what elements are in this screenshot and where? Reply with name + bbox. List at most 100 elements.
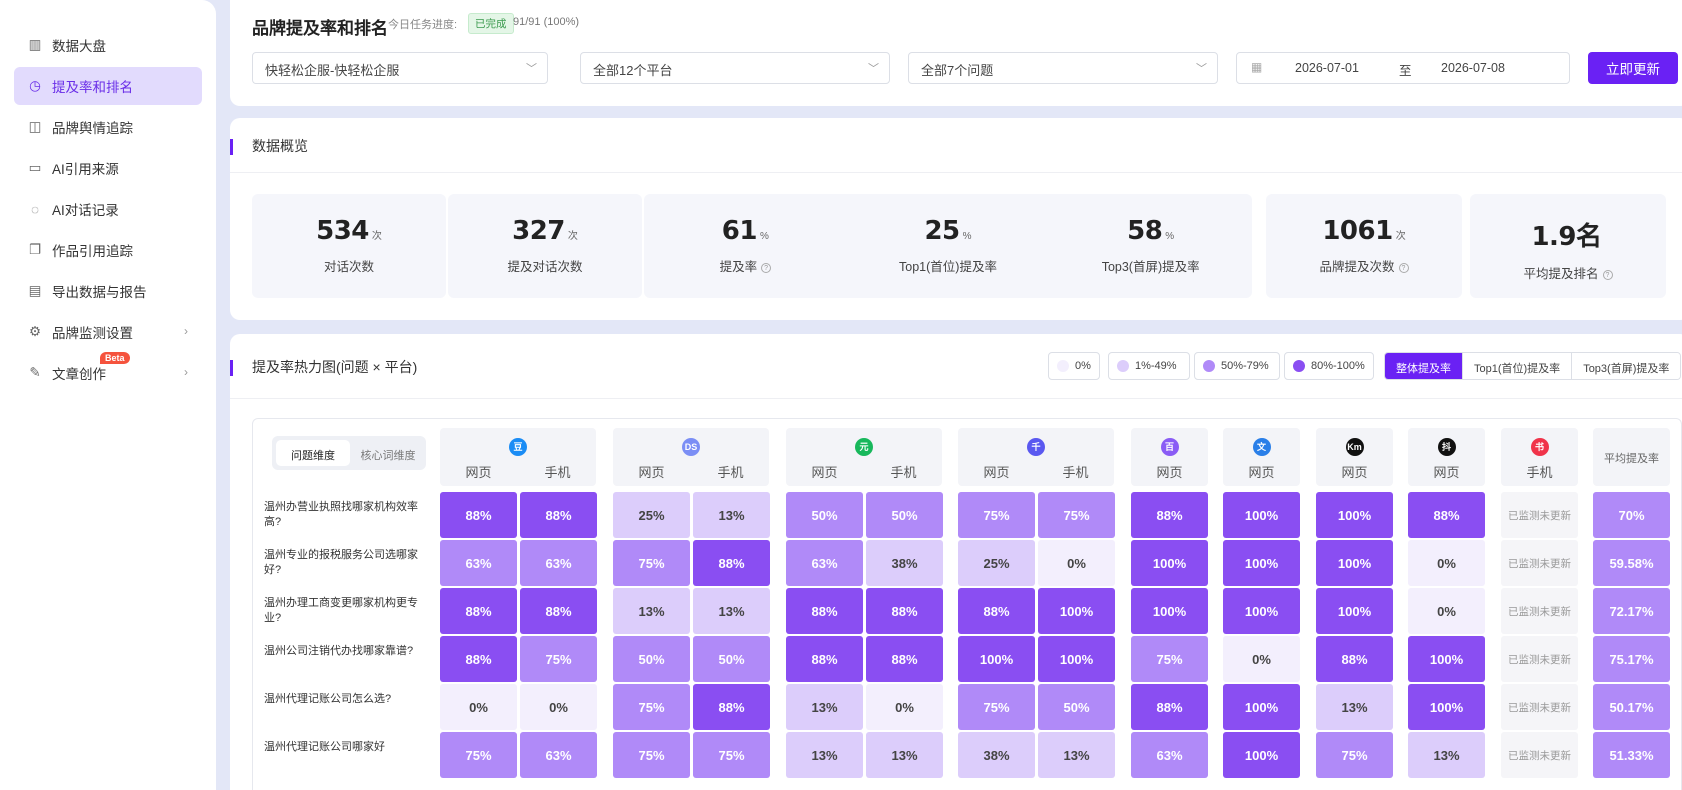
heatmap-cell[interactable]: 0% [866, 684, 943, 730]
heatmap-cell[interactable]: 75% [958, 684, 1035, 730]
heatmap-cell[interactable]: 50% [1038, 684, 1115, 730]
heatmap-cell[interactable]: 88% [1131, 684, 1208, 730]
heatmap-cell[interactable]: 75% [613, 732, 690, 778]
date-range-picker[interactable]: ▦ 2026-07-01 至 2026-07-08 [1236, 52, 1570, 84]
heatmap-cell[interactable]: 25% [613, 492, 690, 538]
legend-item[interactable]: 50%-79% [1194, 352, 1280, 380]
heatmap-cell[interactable]: 100% [1038, 588, 1115, 634]
heatmap-cell[interactable]: 75% [693, 732, 770, 778]
heatmap-cell[interactable]: 63% [520, 732, 597, 778]
brand-select[interactable]: 快轻松企服-快轻松企服 ﹀ [252, 52, 548, 84]
platform-select[interactable]: 全部12个平台 ﹀ [580, 52, 890, 84]
question-select[interactable]: 全部7个问题 ﹀ [908, 52, 1218, 84]
heatmap-cell[interactable]: 100% [1131, 540, 1208, 586]
heatmap-cell[interactable]: 0% [1408, 540, 1485, 586]
heatmap-cell[interactable]: 50% [786, 492, 863, 538]
heatmap-cell[interactable]: 88% [520, 492, 597, 538]
sidebar-item[interactable]: ▥ 数据大盘 [14, 26, 202, 64]
sidebar-item[interactable]: ⚙ 品牌监测设置 › [14, 313, 202, 351]
heatmap-cell[interactable]: 75% [613, 684, 690, 730]
heatmap-cell[interactable]: 13% [613, 588, 690, 634]
heatmap-cell[interactable]: 13% [693, 588, 770, 634]
heatmap-cell[interactable]: 50% [866, 492, 943, 538]
heatmap-cell[interactable]: 75% [1316, 732, 1393, 778]
heatmap-cell[interactable]: 13% [1316, 684, 1393, 730]
heatmap-cell[interactable]: 0% [440, 684, 517, 730]
heatmap-cell[interactable]: 100% [1223, 540, 1300, 586]
heatmap-cell[interactable]: 13% [786, 684, 863, 730]
heatmap-cell[interactable]: 13% [1038, 732, 1115, 778]
metric-tab[interactable]: Top3(首屏)提及率 [1572, 353, 1681, 379]
metric-tab[interactable]: Top1(首位)提及率 [1463, 353, 1573, 379]
heatmap-cell[interactable]: 已监测未更新 [1501, 732, 1578, 778]
dimension-option-keyword[interactable]: 核心词维度 [352, 440, 424, 466]
heatmap-cell[interactable]: 0% [1408, 588, 1485, 634]
heatmap-cell[interactable]: 88% [866, 588, 943, 634]
heatmap-cell[interactable]: 75% [1131, 636, 1208, 682]
heatmap-cell[interactable]: 88% [958, 588, 1035, 634]
sidebar-item[interactable]: ◌ AI对话记录 [14, 190, 202, 228]
heatmap-cell[interactable]: 63% [786, 540, 863, 586]
heatmap-cell[interactable]: 88% [440, 636, 517, 682]
heatmap-cell[interactable]: 88% [786, 636, 863, 682]
heatmap-cell[interactable]: 50% [693, 636, 770, 682]
heatmap-cell[interactable]: 88% [1131, 492, 1208, 538]
help-icon[interactable]: ? [1398, 263, 1409, 273]
heatmap-cell[interactable]: 88% [440, 492, 517, 538]
heatmap-cell[interactable]: 13% [786, 732, 863, 778]
sidebar-item[interactable]: ▭ AI引用来源 [14, 149, 202, 187]
legend-item[interactable]: 80%-100% [1284, 352, 1374, 380]
heatmap-cell[interactable]: 88% [866, 636, 943, 682]
heatmap-cell[interactable]: 75% [520, 636, 597, 682]
sidebar-item[interactable]: ✎ 文章创作 Beta › [14, 352, 202, 392]
update-button[interactable]: 立即更新 [1588, 52, 1678, 84]
heatmap-cell[interactable]: 100% [1223, 492, 1300, 538]
dimension-option-question[interactable]: 问题维度 [276, 440, 350, 466]
heatmap-cell[interactable]: 100% [958, 636, 1035, 682]
heatmap-cell[interactable]: 已监测未更新 [1501, 636, 1578, 682]
heatmap-cell[interactable]: 63% [440, 540, 517, 586]
heatmap-cell[interactable]: 88% [1408, 492, 1485, 538]
help-icon[interactable]: ? [1602, 270, 1613, 280]
heatmap-cell[interactable]: 75% [1038, 492, 1115, 538]
heatmap-cell[interactable]: 75% [440, 732, 517, 778]
heatmap-cell[interactable]: 100% [1223, 732, 1300, 778]
date-end[interactable]: 2026-07-08 [1441, 61, 1505, 75]
heatmap-cell[interactable]: 已监测未更新 [1501, 684, 1578, 730]
legend-item[interactable]: 0% [1048, 352, 1100, 380]
heatmap-cell[interactable]: 13% [1408, 732, 1485, 778]
heatmap-cell[interactable]: 38% [866, 540, 943, 586]
heatmap-cell[interactable]: 63% [520, 540, 597, 586]
heatmap-cell[interactable]: 100% [1038, 636, 1115, 682]
heatmap-cell[interactable]: 63% [1131, 732, 1208, 778]
heatmap-cell[interactable]: 100% [1408, 684, 1485, 730]
heatmap-cell[interactable]: 已监测未更新 [1501, 492, 1578, 538]
heatmap-cell[interactable]: 88% [520, 588, 597, 634]
sidebar-item[interactable]: ◷ 提及率和排名 [14, 67, 202, 105]
heatmap-cell[interactable]: 100% [1223, 684, 1300, 730]
heatmap-cell[interactable]: 100% [1408, 636, 1485, 682]
heatmap-cell[interactable]: 88% [1316, 636, 1393, 682]
date-start[interactable]: 2026-07-01 [1295, 61, 1359, 75]
heatmap-cell[interactable]: 已监测未更新 [1501, 588, 1578, 634]
sidebar-item[interactable]: ❐ 作品引用追踪 [14, 231, 202, 269]
heatmap-cell[interactable]: 已监测未更新 [1501, 540, 1578, 586]
heatmap-cell[interactable]: 0% [1038, 540, 1115, 586]
heatmap-cell[interactable]: 100% [1316, 492, 1393, 538]
heatmap-cell[interactable]: 88% [693, 684, 770, 730]
heatmap-cell[interactable]: 100% [1316, 540, 1393, 586]
legend-item[interactable]: 1%-49% [1108, 352, 1190, 380]
heatmap-cell[interactable]: 88% [693, 540, 770, 586]
heatmap-cell[interactable]: 50% [613, 636, 690, 682]
heatmap-cell[interactable]: 88% [440, 588, 517, 634]
heatmap-cell[interactable]: 100% [1316, 588, 1393, 634]
heatmap-cell[interactable]: 25% [958, 540, 1035, 586]
heatmap-cell[interactable]: 0% [1223, 636, 1300, 682]
help-icon[interactable]: ? [761, 263, 772, 273]
heatmap-cell[interactable]: 13% [693, 492, 770, 538]
metric-tab[interactable]: 整体提及率 [1385, 353, 1463, 379]
heatmap-cell[interactable]: 100% [1131, 588, 1208, 634]
sidebar-item[interactable]: ▤ 导出数据与报告 [14, 272, 202, 310]
sidebar-item[interactable]: ◫ 品牌舆情追踪 [14, 108, 202, 146]
heatmap-cell[interactable]: 0% [520, 684, 597, 730]
